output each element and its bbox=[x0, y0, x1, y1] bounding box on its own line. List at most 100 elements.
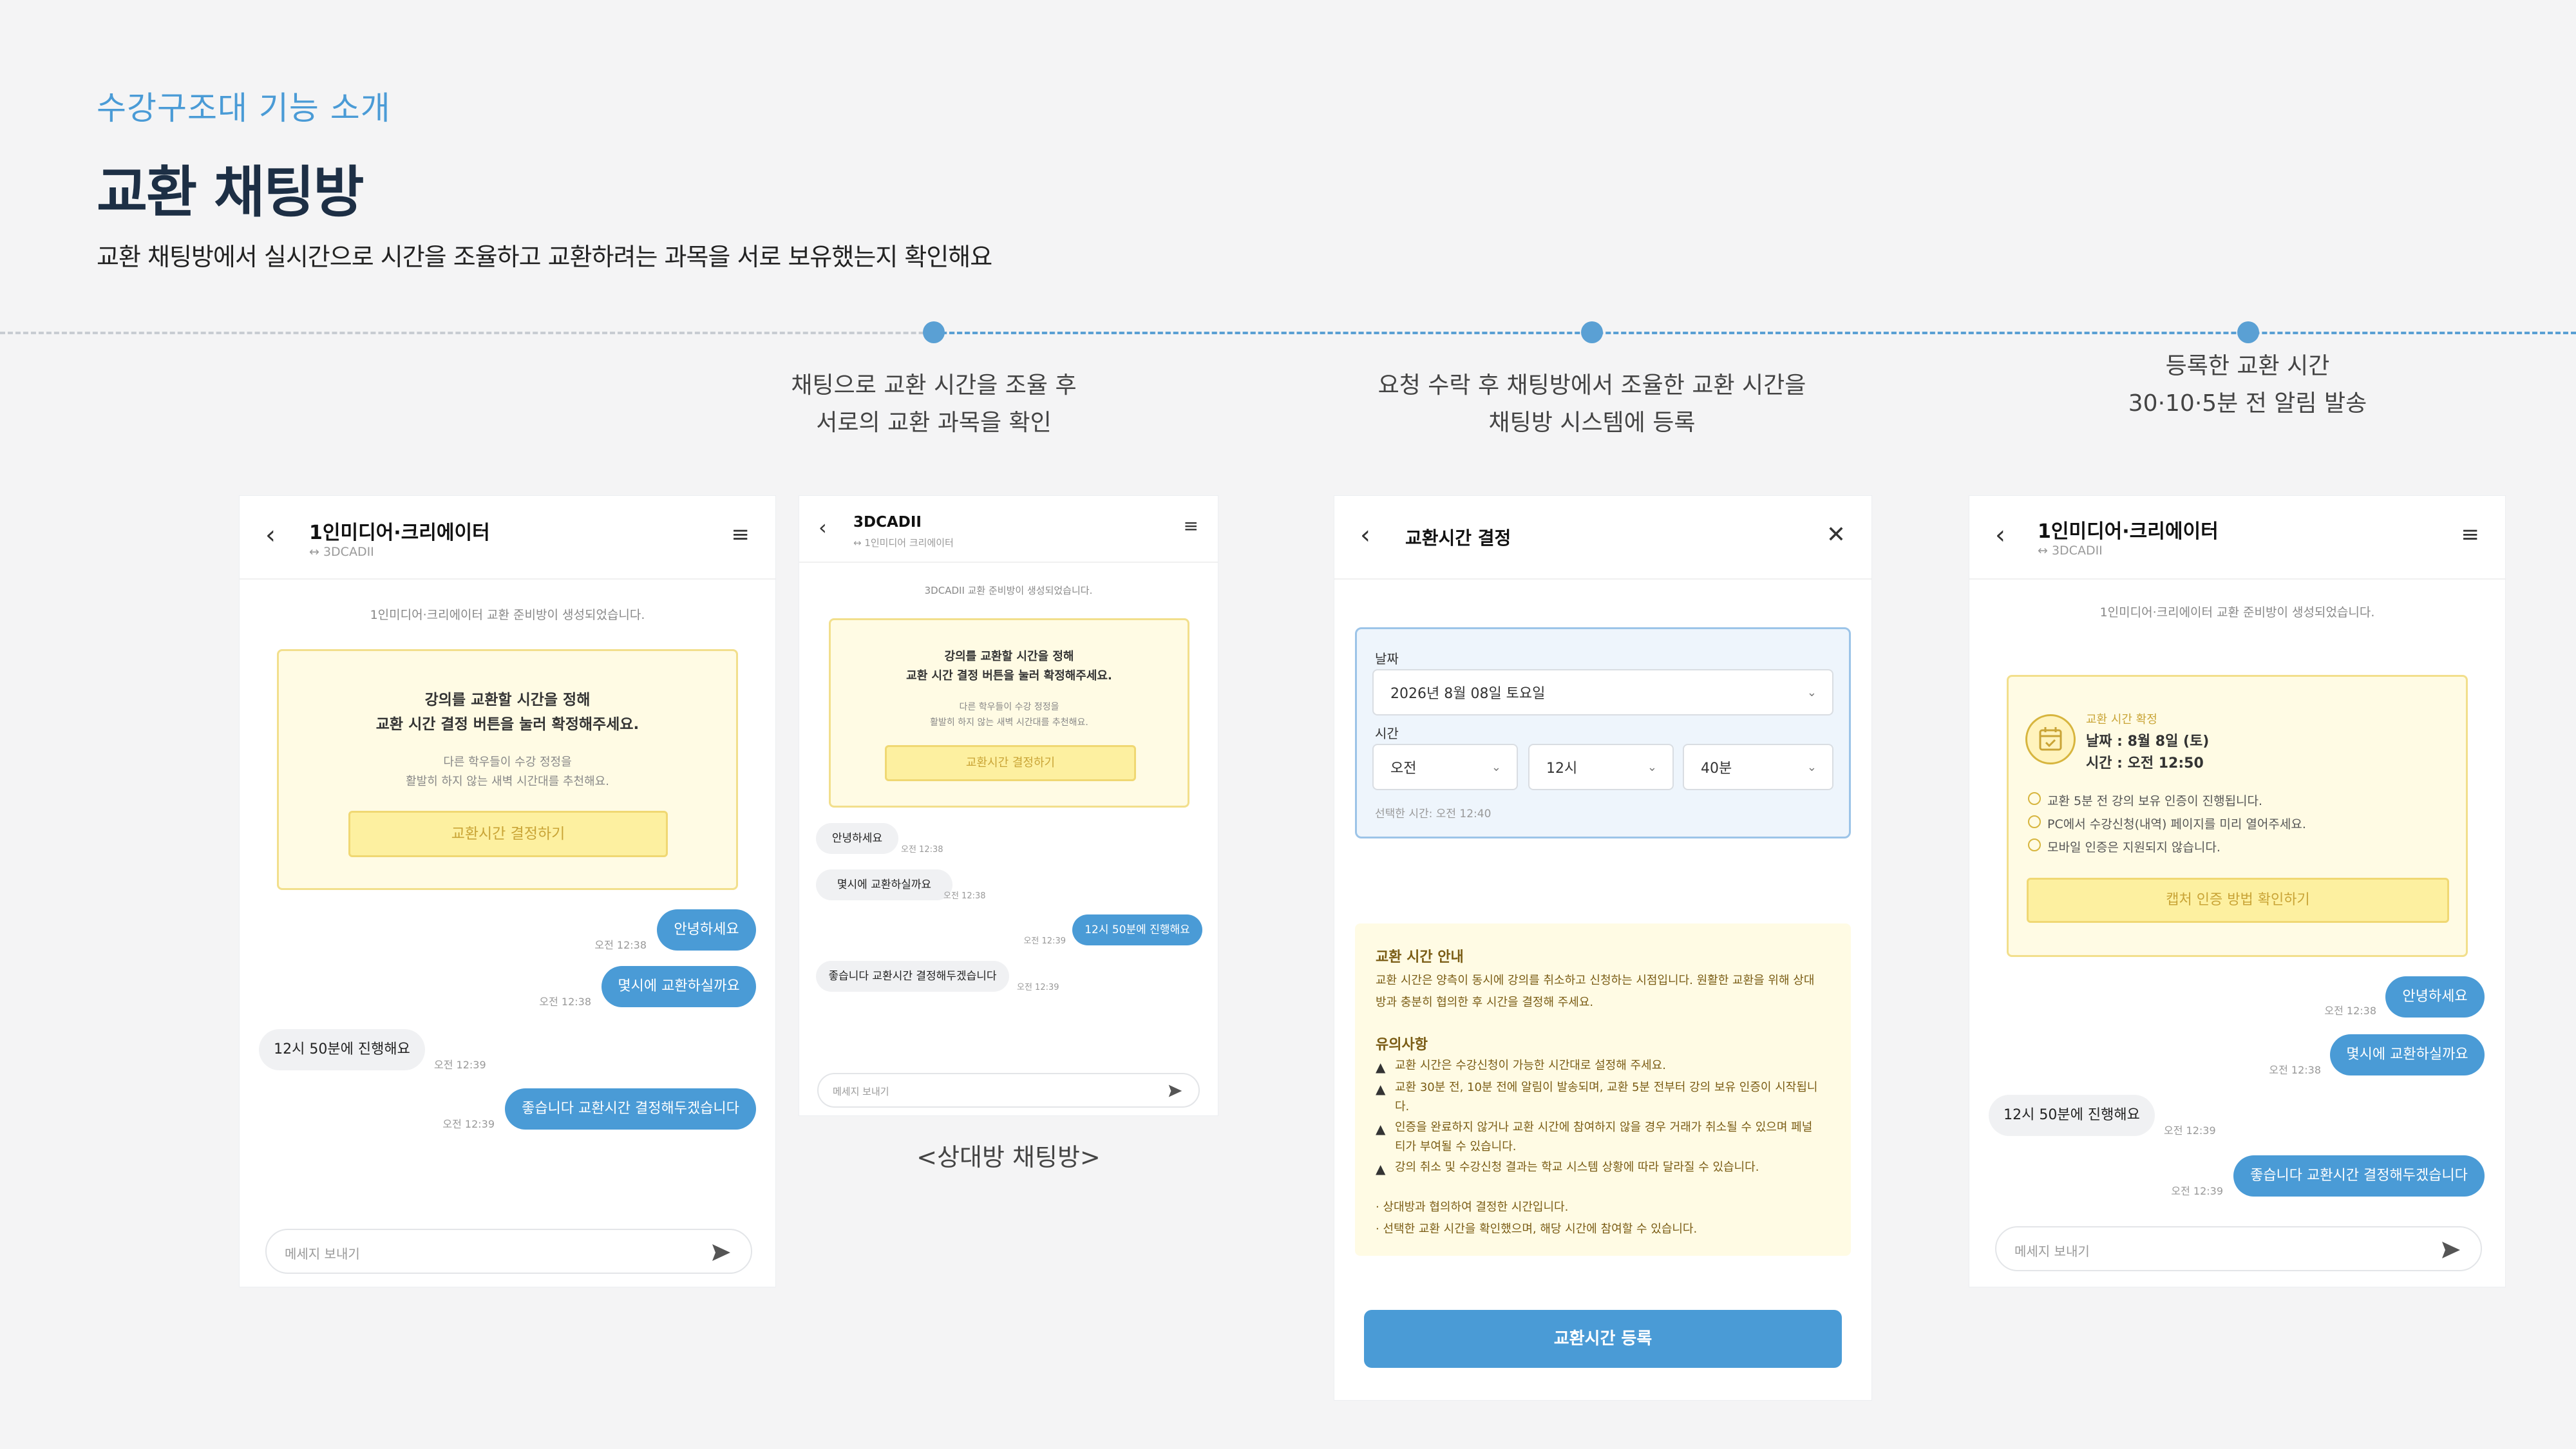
message-time: 오전 12:38 bbox=[2269, 1064, 2321, 1076]
chat-screen-confirmed: ‹ 1인미디어·크리에이터 ↔ 3DCADII ≡ 1인미디어·크리에이터 교환… bbox=[1969, 496, 2505, 1287]
note-line-1: · 상대방과 협의하여 결정한 시간입니다. bbox=[1376, 1200, 1569, 1214]
check-item: PC에서 수강신청(내역) 페이지를 미리 열어주세요. bbox=[2028, 815, 2306, 832]
check-circle-icon bbox=[2028, 838, 2041, 851]
caution-text: 교환 시간은 수강신청이 가능한 시간대로 설정해 주세요. bbox=[1395, 1059, 1666, 1072]
caution-text: 강의 취소 및 수강신청 결과는 학교 시스템 상황에 따라 달라질 수 있습니… bbox=[1395, 1160, 1759, 1174]
minute-select[interactable]: 40분 ⌄ bbox=[1683, 744, 1833, 790]
timeline-dot-2 bbox=[1581, 321, 1603, 343]
caution-text: 인증을 완료하지 않거나 교환 시간에 참여하지 않을 경우 거래가 취소될 수… bbox=[1395, 1121, 1813, 1134]
message-time: 오전 12:39 bbox=[2171, 1185, 2223, 1197]
timeline-line-active bbox=[934, 332, 2576, 334]
guide-text-line-2: 방과 충분히 협의한 후 시간을 결정해 주세요. bbox=[1376, 996, 1594, 1009]
check-item: 모바일 인증은 지원되지 않습니다. bbox=[2028, 838, 2221, 855]
message-time: 오전 12:38 bbox=[943, 891, 986, 901]
back-arrow-icon[interactable]: ‹ bbox=[1360, 520, 1370, 550]
menu-icon[interactable]: ≡ bbox=[2461, 522, 2480, 547]
caution-title: 유의사항 bbox=[1376, 1037, 1428, 1053]
chat-subtitle: ↔ 3DCADII bbox=[2038, 544, 2103, 558]
decide-title: 교환시간 결정 bbox=[1405, 527, 1511, 549]
decide-time-button[interactable]: 교환시간 결정하기 bbox=[885, 745, 1136, 781]
message-time: 오전 12:39 bbox=[1017, 983, 1059, 992]
send-icon[interactable] bbox=[711, 1243, 732, 1262]
capture-guide-button[interactable]: 캡처 인증 방법 확인하기 bbox=[2027, 878, 2449, 923]
message-bubble-received: 안녕하세요 bbox=[816, 823, 898, 854]
caution-item: ▲ 인증을 완료하지 않거나 교환 시간에 참여하지 않을 경우 거래가 취소될 … bbox=[1376, 1118, 1832, 1137]
system-message: 1인미디어·크리에이터 교환 준비방이 생성되었습니다. bbox=[370, 608, 645, 622]
chevron-down-icon: ⌄ bbox=[1491, 760, 1501, 774]
chat-subtitle: ↔ 3DCADII bbox=[309, 545, 374, 559]
time-form-card: 날짜 2026년 8월 08일 토요일 ⌄ 시간 오전 ⌄ 12시 ⌄ 40분 … bbox=[1355, 627, 1851, 838]
message-time: 오전 12:39 bbox=[434, 1059, 486, 1071]
ampm-select[interactable]: 오전 ⌄ bbox=[1372, 744, 1518, 790]
system-message: 1인미디어·크리에이터 교환 준비방이 생성되었습니다. bbox=[2099, 605, 2375, 620]
page-title: 교환 채팅방 bbox=[97, 160, 365, 225]
message-time: 오전 12:39 bbox=[2164, 1124, 2216, 1137]
confirm-time: 시간 : 오전 12:50 bbox=[2086, 755, 2204, 772]
exchange-guide-card: 교환 시간 안내 교환 시간은 양측이 동시에 강의를 취소하고 신청하는 시점… bbox=[1355, 923, 1851, 1256]
check-circle-icon bbox=[2028, 815, 2041, 828]
confirmed-time-card: 교환 시간 확정 날짜 : 8월 8일 (토) 시간 : 오전 12:50 교환… bbox=[2007, 675, 2468, 957]
message-bubble-sent: 몇시에 교환하실까요 bbox=[2330, 1034, 2485, 1075]
decide-time-screen: ‹ 교환시간 결정 ✕ 날짜 2026년 8월 08일 토요일 ⌄ 시간 오전 … bbox=[1334, 496, 1871, 1400]
step-3-line-1: 등록한 교환 시간 bbox=[2165, 353, 2330, 379]
chevron-down-icon: ⌄ bbox=[1647, 760, 1657, 774]
guide-text-line-1: 교환 시간은 양측이 동시에 강의를 취소하고 신청하는 시점입니다. 원활한 … bbox=[1376, 974, 1815, 987]
menu-icon[interactable]: ≡ bbox=[732, 522, 750, 547]
date-select[interactable]: 2026년 8월 08일 토요일 ⌄ bbox=[1372, 669, 1833, 715]
send-icon[interactable] bbox=[1168, 1084, 1183, 1098]
chat-subtitle: ↔ 1인미디어 크리에이터 bbox=[853, 537, 954, 549]
card-sub-line-2: 활발히 하지 않는 새벽 시간대를 추천해요. bbox=[406, 775, 609, 788]
message-bubble-received: 12시 50분에 진행해요 bbox=[1989, 1095, 2155, 1136]
message-bubble-sent: 안녕하세요 bbox=[657, 909, 756, 951]
chat-title: 1인미디어·크리에이터 bbox=[309, 522, 490, 544]
ampm-value: 오전 bbox=[1390, 761, 1417, 777]
menu-icon[interactable]: ≡ bbox=[1184, 515, 1198, 536]
section-kicker: 수강구조대 기능 소개 bbox=[97, 90, 391, 127]
timeline-dot-1 bbox=[923, 321, 945, 343]
message-input[interactable]: 메세지 보내기 bbox=[817, 1073, 1200, 1108]
message-input[interactable]: 메세지 보내기 bbox=[265, 1229, 752, 1274]
selected-time-hint: 선택한 시간: 오전 12:40 bbox=[1375, 808, 1492, 820]
message-bubble-sent: 12시 50분에 진행해요 bbox=[1072, 914, 1202, 945]
card-title-line-2: 교환 시간 결정 버튼을 눌러 확정해주세요. bbox=[906, 669, 1112, 683]
back-arrow-icon[interactable]: ‹ bbox=[819, 515, 827, 540]
card-sub-line-1: 다른 학우들이 수강 정정을 bbox=[959, 702, 1059, 712]
close-icon[interactable]: ✕ bbox=[1826, 522, 1846, 548]
message-input-placeholder: 메세지 보내기 bbox=[285, 1246, 360, 1262]
card-title-line-2: 교환 시간 결정 버튼을 눌러 확정해주세요. bbox=[375, 716, 639, 733]
hour-select[interactable]: 12시 ⌄ bbox=[1528, 744, 1674, 790]
caution-text: 다. bbox=[1395, 1100, 1410, 1113]
step-label-1: 채팅으로 교환 시간을 조율 후 서로의 교환 과목을 확인 bbox=[644, 367, 1224, 442]
confirm-label: 교환 시간 확정 bbox=[2086, 713, 2157, 726]
back-arrow-icon[interactable]: ‹ bbox=[1995, 520, 2005, 550]
hour-value: 12시 bbox=[1546, 761, 1578, 777]
message-input-placeholder: 메세지 보내기 bbox=[2014, 1244, 2090, 1259]
date-value: 2026년 8월 08일 토요일 bbox=[1390, 686, 1546, 702]
decide-time-card: 강의를 교환할 시간을 정해 교환 시간 결정 버튼을 눌러 확정해주세요. 다… bbox=[829, 618, 1189, 808]
message-bubble-received: 몇시에 교환하실까요 bbox=[816, 869, 952, 900]
step-2-line-2: 채팅방 시스템에 등록 bbox=[1488, 410, 1696, 436]
register-time-button[interactable]: 교환시간 등록 bbox=[1364, 1310, 1842, 1368]
message-bubble-received: 12시 50분에 진행해요 bbox=[259, 1029, 425, 1070]
decide-time-button[interactable]: 교환시간 결정하기 bbox=[348, 811, 668, 857]
caution-item: ▲ 교환 시간은 수강신청이 가능한 시간대로 설정해 주세요. bbox=[1376, 1056, 1832, 1075]
guide-title: 교환 시간 안내 bbox=[1376, 949, 1464, 965]
chat-screen-main: ‹ 1인미디어·크리에이터 ↔ 3DCADII ≡ 1인미디어·크리에이터 교환… bbox=[240, 496, 775, 1287]
card-sub-line-1: 다른 학우들이 수강 정정을 bbox=[443, 755, 572, 769]
message-time: 오전 12:38 bbox=[2324, 1005, 2376, 1017]
chat-header: ‹ 1인미디어·크리에이터 ↔ 3DCADII ≡ bbox=[240, 496, 775, 580]
confirm-date: 날짜 : 8월 8일 (토) bbox=[2086, 734, 2210, 750]
back-arrow-icon[interactable]: ‹ bbox=[265, 520, 276, 550]
chat-header: ‹ 3DCADII ↔ 1인미디어 크리에이터 ≡ bbox=[799, 496, 1218, 563]
chevron-down-icon: ⌄ bbox=[1806, 685, 1817, 699]
caution-text: 티가 부여될 수 있습니다. bbox=[1395, 1140, 1517, 1153]
chat-title: 1인미디어·크리에이터 bbox=[2038, 520, 2219, 543]
message-input[interactable]: 메세지 보내기 bbox=[1995, 1226, 2482, 1271]
caution-item-cont: 티가 부여될 수 있습니다. bbox=[1376, 1137, 1832, 1157]
send-icon[interactable] bbox=[2441, 1240, 2461, 1260]
caution-item-cont: 다. bbox=[1376, 1097, 1832, 1117]
warning-icon: ▲ bbox=[1376, 1081, 1386, 1097]
warning-icon: ▲ bbox=[1376, 1161, 1386, 1177]
step-1-line-1: 채팅으로 교환 시간을 조율 후 bbox=[791, 372, 1077, 399]
caution-item: ▲ 강의 취소 및 수강신청 결과는 학교 시스템 상황에 따라 달라질 수 있습… bbox=[1376, 1158, 1832, 1177]
